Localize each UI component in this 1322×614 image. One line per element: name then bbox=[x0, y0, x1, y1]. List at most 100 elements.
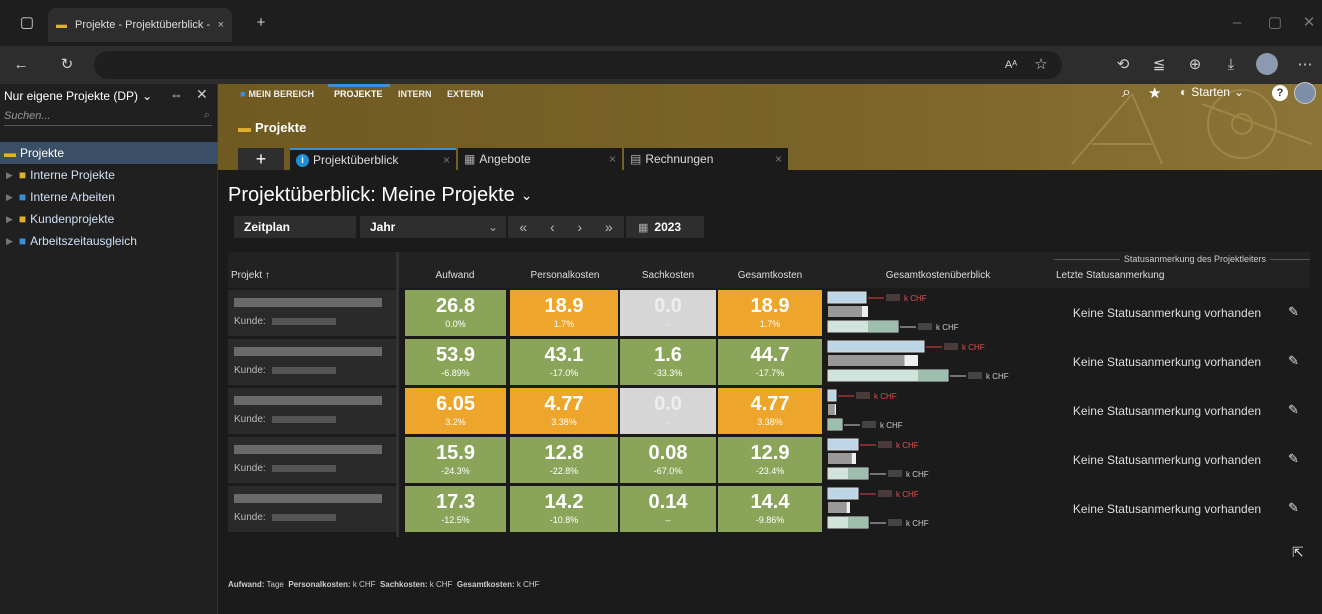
metric-cell-personal[interactable]: 4.77 3.38% bbox=[510, 388, 618, 434]
expand-arrow-icon[interactable]: ▶ bbox=[6, 170, 13, 181]
column-header-statusanmerkung[interactable]: Letzte Statusanmerkung bbox=[1056, 270, 1256, 288]
edit-pencil-icon[interactable]: ✎ bbox=[1288, 402, 1299, 418]
column-header-projekt[interactable]: Projekt ↑ bbox=[231, 270, 391, 288]
table-row-project[interactable]: Kunde: bbox=[228, 339, 396, 385]
legend-personal-unit: k CHF bbox=[352, 580, 376, 589]
close-tab-icon[interactable]: × bbox=[609, 152, 616, 166]
nav-intern[interactable]: INTERN bbox=[398, 89, 432, 99]
tab-angebote[interactable]: ▦ Angebote × bbox=[458, 148, 622, 170]
filter-dropdown[interactable]: Nur eigene Projekte (DP) ⌄ bbox=[4, 89, 152, 103]
download-icon[interactable]: ⤓ bbox=[1220, 55, 1242, 75]
expand-arrow-icon[interactable]: ▶ bbox=[6, 214, 13, 225]
nav-last-button[interactable]: » bbox=[605, 219, 613, 235]
metric-cell-sach[interactable]: 0.14 – bbox=[620, 486, 716, 532]
back-icon[interactable]: ← bbox=[10, 55, 32, 75]
metric-cell-gesamt[interactable]: 4.77 3.38% bbox=[718, 388, 822, 434]
metric-cell-aufwand[interactable]: 26.8 0.0% bbox=[405, 290, 506, 336]
url-input[interactable]: Aᴬ ☆ bbox=[94, 51, 1062, 79]
collections-icon[interactable]: ⊕ bbox=[1184, 55, 1206, 75]
nav-next-button[interactable]: › bbox=[577, 219, 582, 235]
metric-cell-sach[interactable]: 0.0 – bbox=[620, 290, 716, 336]
profile-avatar[interactable] bbox=[1256, 53, 1278, 75]
column-header-sachkosten[interactable]: Sachkosten bbox=[620, 270, 716, 288]
sidebar-item-interne-arbeiten[interactable]: ▶ ■ Interne Arbeiten bbox=[0, 186, 218, 208]
metric-cell-personal[interactable]: 12.8 -22.8% bbox=[510, 437, 618, 483]
column-header-personalkosten[interactable]: Personalkosten bbox=[510, 270, 620, 288]
browser-tab[interactable]: ▬ Projekte - Projektüberblick - BCS × bbox=[48, 8, 232, 42]
search-icon[interactable]: ⌕ bbox=[1122, 84, 1131, 102]
metric-cell-gesamt[interactable]: 44.7 -17.7% bbox=[718, 339, 822, 385]
nav-prev-button[interactable]: ‹ bbox=[550, 219, 555, 235]
tab-label: Projektüberblick bbox=[313, 153, 399, 167]
metric-cell-gesamt[interactable]: 18.9 1.7% bbox=[718, 290, 822, 336]
window-icon[interactable]: ▢ bbox=[16, 13, 38, 33]
column-header-gesamtkostenueberblick[interactable]: Gesamtkostenüberblick bbox=[826, 270, 1050, 288]
nav-extern[interactable]: EXTERN bbox=[447, 89, 484, 99]
close-sidebar-icon[interactable]: ✕ bbox=[196, 86, 208, 103]
expand-arrow-icon[interactable]: ▶ bbox=[6, 192, 13, 203]
expand-icon[interactable]: ⇔ bbox=[170, 87, 183, 102]
expand-arrow-icon[interactable]: ▶ bbox=[6, 236, 13, 247]
column-header-gesamtkosten[interactable]: Gesamtkosten bbox=[718, 270, 822, 288]
nav-first-button[interactable]: « bbox=[519, 219, 527, 235]
metric-cell-aufwand[interactable]: 53.9 -6.89% bbox=[405, 339, 506, 385]
sidebar-item-kundenprojekte[interactable]: ▶ ■ Kundenprojekte bbox=[0, 208, 218, 230]
page-title[interactable]: Projektüberblick: Meine Projekte ⌄ bbox=[228, 184, 533, 207]
table-row-project[interactable]: Kunde: bbox=[228, 437, 396, 483]
edit-pencil-icon[interactable]: ✎ bbox=[1288, 451, 1299, 467]
metric-cell-aufwand[interactable]: 17.3 -12.5% bbox=[405, 486, 506, 532]
sidebar-search-field[interactable]: Suchen... ⌕ bbox=[4, 106, 212, 126]
metric-cell-aufwand[interactable]: 15.9 -24.3% bbox=[405, 437, 506, 483]
close-tab-icon[interactable]: × bbox=[775, 152, 782, 166]
help-icon[interactable]: ? bbox=[1272, 85, 1288, 101]
star-icon[interactable]: ★ bbox=[1148, 84, 1161, 102]
user-avatar[interactable] bbox=[1294, 82, 1316, 104]
table-row-project[interactable]: Kunde: bbox=[228, 486, 396, 532]
extensions-icon[interactable]: ⟲ bbox=[1112, 55, 1134, 75]
edit-pencil-icon[interactable]: ✎ bbox=[1288, 353, 1299, 369]
close-tab-icon[interactable]: × bbox=[443, 153, 450, 167]
close-tab-icon[interactable]: × bbox=[218, 19, 224, 31]
tab-rechnungen[interactable]: ▤ Rechnungen × bbox=[624, 148, 788, 170]
metric-cell-gesamt[interactable]: 14.4 -9.86% bbox=[718, 486, 822, 532]
metric-cell-sach[interactable]: 1.6 -33.3% bbox=[620, 339, 716, 385]
metric-cell-aufwand[interactable]: 6.05 3.2% bbox=[405, 388, 506, 434]
new-tab-button[interactable]: + bbox=[250, 13, 272, 33]
refresh-icon[interactable]: ↻ bbox=[56, 55, 78, 75]
close-window-icon[interactable]: ✕ bbox=[1298, 13, 1320, 33]
export-icon[interactable]: ⇱ bbox=[1292, 544, 1304, 561]
more-icon[interactable]: ⋯ bbox=[1294, 55, 1316, 75]
column-header-aufwand[interactable]: Aufwand bbox=[404, 270, 506, 288]
edit-pencil-icon[interactable]: ✎ bbox=[1288, 500, 1299, 516]
metric-delta: – bbox=[665, 319, 671, 329]
minimize-icon[interactable]: – bbox=[1226, 13, 1248, 33]
metric-cell-sach[interactable]: 0.08 -67.0% bbox=[620, 437, 716, 483]
add-tab-button[interactable]: + bbox=[238, 148, 284, 170]
tab-projektueberblick[interactable]: i Projektüberblick × bbox=[290, 148, 456, 170]
nav-projekte[interactable]: PROJEKTE bbox=[334, 89, 383, 99]
metric-cell-sach[interactable]: 0.0 – bbox=[620, 388, 716, 434]
year-picker[interactable]: ▦ 2023 bbox=[626, 216, 704, 238]
view-select[interactable]: Zeitplan bbox=[234, 216, 356, 238]
metric-cell-personal[interactable]: 18.9 1.7% bbox=[510, 290, 618, 336]
metric-value: 12.8 bbox=[544, 442, 584, 464]
table-row-project[interactable]: Kunde: bbox=[228, 388, 396, 434]
favorites-list-icon[interactable]: ≦ bbox=[1148, 55, 1170, 75]
metric-cell-personal[interactable]: 14.2 -10.8% bbox=[510, 486, 618, 532]
search-icon[interactable]: ⌕ bbox=[204, 109, 210, 122]
sidebar-item-arbeitszeitausgleich[interactable]: ▶ ■ Arbeitszeitausgleich bbox=[0, 230, 218, 252]
favorite-icon[interactable]: ☆ bbox=[1030, 55, 1052, 75]
sidebar-item-interne-projekte[interactable]: ▶ ■ Interne Projekte bbox=[0, 164, 218, 186]
maximize-icon[interactable]: ▢ bbox=[1264, 13, 1286, 33]
edit-pencil-icon[interactable]: ✎ bbox=[1288, 304, 1299, 320]
search-input[interactable]: Suchen... bbox=[4, 110, 50, 122]
starten-menu[interactable]: ◐ Starten ⌄ bbox=[1180, 85, 1244, 99]
table-row-project[interactable]: Kunde: bbox=[228, 290, 396, 336]
sidebar-item-projekte[interactable]: ▬ Projekte bbox=[0, 142, 218, 164]
folder-icon: ■ bbox=[18, 190, 27, 204]
metric-cell-personal[interactable]: 43.1 -17.0% bbox=[510, 339, 618, 385]
metric-cell-gesamt[interactable]: 12.9 -23.4% bbox=[718, 437, 822, 483]
period-select[interactable]: Jahr ⌄ bbox=[360, 216, 506, 238]
read-aloud-icon[interactable]: Aᴬ bbox=[1000, 55, 1022, 75]
nav-mein-bereich[interactable]: ■ MEIN BEREICH bbox=[240, 89, 314, 99]
